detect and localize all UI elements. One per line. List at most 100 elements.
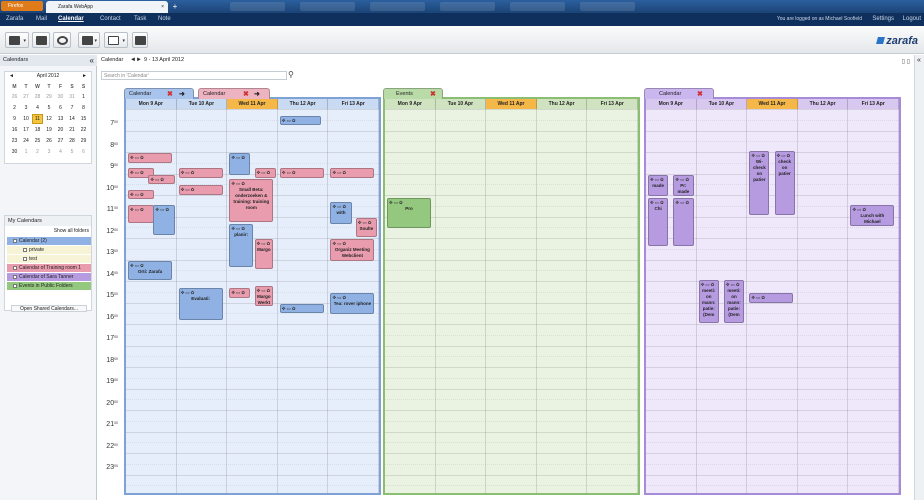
checkbox[interactable]: [13, 266, 17, 270]
day-cell[interactable]: 27: [55, 136, 66, 146]
event[interactable]: ✥▭✿ Margo: [254, 239, 274, 270]
event[interactable]: ✥▭✿ Tea: rover iphone: [330, 292, 375, 315]
event[interactable]: ✥▭✿: [178, 185, 223, 196]
event[interactable]: ✥▭✿: [153, 204, 175, 235]
calendar-list-item[interactable]: test: [7, 255, 91, 263]
collapse-icon[interactable]: «: [90, 55, 94, 66]
event[interactable]: ✥▭✿ check on patier: [774, 150, 795, 216]
day-cell[interactable]: 30: [9, 147, 20, 157]
event[interactable]: ✥▭✿ Evaluati:: [178, 288, 223, 320]
picture-button[interactable]: [132, 32, 148, 48]
day-cell[interactable]: 22: [78, 125, 89, 135]
day-cell[interactable]: 15: [78, 114, 89, 124]
day-column[interactable]: [848, 109, 899, 493]
day-cell[interactable]: 3: [21, 103, 32, 113]
next-week-button[interactable]: ►: [136, 55, 142, 66]
day-cell[interactable]: 5: [44, 103, 55, 113]
day-header[interactable]: Wed 11 Apr: [227, 99, 278, 109]
day-cell[interactable]: 8: [78, 103, 89, 113]
collapse-icon[interactable]: «: [917, 57, 921, 64]
day-cell[interactable]: 20: [55, 125, 66, 135]
day-cell[interactable]: 5: [67, 147, 78, 157]
event[interactable]: ✥▭✿ Orti: Zarafa: [128, 260, 173, 280]
day-cell[interactable]: 29: [44, 92, 55, 102]
nav-note[interactable]: Note: [156, 13, 173, 26]
day-column[interactable]: [126, 109, 177, 493]
close-icon[interactable]: ✖: [167, 89, 173, 100]
event[interactable]: ✥▭✿ Organiz Meeting Webclient: [330, 239, 375, 261]
search-icon[interactable]: ⚲: [288, 70, 294, 79]
day-cell[interactable]: 17: [21, 125, 32, 135]
day-cell[interactable]: 11: [32, 114, 43, 124]
event[interactable]: ✥▭✿: [229, 153, 251, 175]
event[interactable]: ✥▭✿: [279, 303, 324, 314]
event[interactable]: ✥▭✿: [279, 168, 324, 178]
day-cell[interactable]: 14: [67, 114, 78, 124]
logout-link[interactable]: Logout: [903, 13, 921, 26]
tab-calendar-training[interactable]: Calendar ✖ ➜: [198, 88, 270, 99]
close-icon[interactable]: ✖: [430, 89, 436, 100]
event[interactable]: ✥▭✿: [279, 116, 322, 126]
day-cell[interactable]: 2: [32, 147, 43, 157]
day-header[interactable]: Tue 10 Apr: [696, 99, 748, 109]
event[interactable]: ✥▭✿: [749, 292, 794, 303]
event[interactable]: ✥▭✿ meeti: on mann: patie: (Dem: [723, 279, 745, 323]
close-icon[interactable]: ✖: [697, 89, 703, 100]
day-column[interactable]: [278, 109, 329, 493]
browser-tab[interactable]: Zarafa WebApp ×: [46, 1, 168, 13]
day-cell[interactable]: 12: [44, 114, 55, 124]
calendar-list-item[interactable]: Events in Public Folders: [7, 282, 91, 290]
calendar-list-item[interactable]: private: [7, 246, 91, 254]
day-header[interactable]: Thu 12 Apr: [536, 99, 588, 109]
event[interactable]: ✥▭✿: [330, 168, 375, 178]
day-cell[interactable]: 28: [67, 136, 78, 146]
new-appointment-button[interactable]: ▾: [5, 32, 29, 48]
tab-events[interactable]: Events ✖: [383, 88, 443, 99]
day-column[interactable]: [537, 109, 588, 493]
event[interactable]: ✥▭✿ made: [648, 174, 669, 197]
day-column[interactable]: [486, 109, 537, 493]
day-cell[interactable]: 23: [9, 136, 20, 146]
event[interactable]: ✥▭✿: [229, 288, 251, 299]
next-month-button[interactable]: ►: [82, 72, 87, 81]
tab-calendar-sara[interactable]: Calendar ✖: [644, 88, 714, 99]
calendar-list-item[interactable]: Calendar of Sara Tanner: [7, 273, 91, 281]
day-header[interactable]: Fri 13 Apr: [848, 99, 899, 109]
merge-arrow-icon[interactable]: ➜: [179, 89, 185, 100]
address-book-button[interactable]: [32, 32, 50, 48]
day-cell[interactable]: 30: [55, 92, 66, 102]
day-cell[interactable]: 4: [32, 103, 43, 113]
event[interactable]: ✥▭✿ meeti: on mann: patie: (Dem: [698, 279, 719, 323]
print-button[interactable]: ▾: [78, 32, 100, 48]
event[interactable]: ✥▭✿: [254, 168, 276, 178]
checkbox[interactable]: [13, 284, 17, 288]
event[interactable]: ✥▭✿Margo Werkt Oranje: [254, 286, 274, 306]
event[interactable]: ✥▭✿: [128, 204, 155, 224]
new-tab-button[interactable]: +: [170, 2, 180, 12]
nav-calendar[interactable]: Calendar: [56, 13, 86, 26]
day-header[interactable]: Thu 12 Apr: [277, 99, 329, 109]
nav-task[interactable]: Task: [132, 13, 148, 26]
nav-zarafa[interactable]: Zarafa: [4, 13, 25, 26]
checkbox[interactable]: [23, 257, 27, 261]
day-cell[interactable]: 24: [21, 136, 32, 146]
event[interactable]: ✥▭✿ Pro: [387, 198, 432, 229]
event[interactable]: ✥▭✿ Small Beta: onderzoeken & training: t…: [229, 178, 274, 222]
day-header[interactable]: Fri 13 Apr: [328, 99, 379, 109]
day-cell[interactable]: 2: [9, 103, 20, 113]
close-tab-icon[interactable]: ×: [161, 1, 164, 13]
search-input[interactable]: Search in 'Calendar': [101, 71, 287, 80]
day-cell[interactable]: 1: [21, 147, 32, 157]
event[interactable]: ✥▭✿ planir:: [229, 223, 254, 268]
checkbox[interactable]: [13, 239, 17, 243]
merge-arrow-icon[interactable]: ➜: [254, 89, 260, 100]
checkbox[interactable]: [13, 275, 17, 279]
refresh-button[interactable]: [53, 32, 71, 48]
event[interactable]: ✥▭✿ Wi- check on patier: [749, 150, 770, 216]
day-header[interactable]: Wed 11 Apr: [747, 99, 798, 109]
calendar-list-item[interactable]: Calendar of Training room 1: [7, 264, 91, 272]
settings-link[interactable]: Settings: [872, 13, 894, 26]
day-cell[interactable]: 16: [9, 125, 20, 135]
day-column[interactable]: [798, 109, 849, 493]
calendar-list-item[interactable]: Calendar (2): [7, 237, 91, 245]
